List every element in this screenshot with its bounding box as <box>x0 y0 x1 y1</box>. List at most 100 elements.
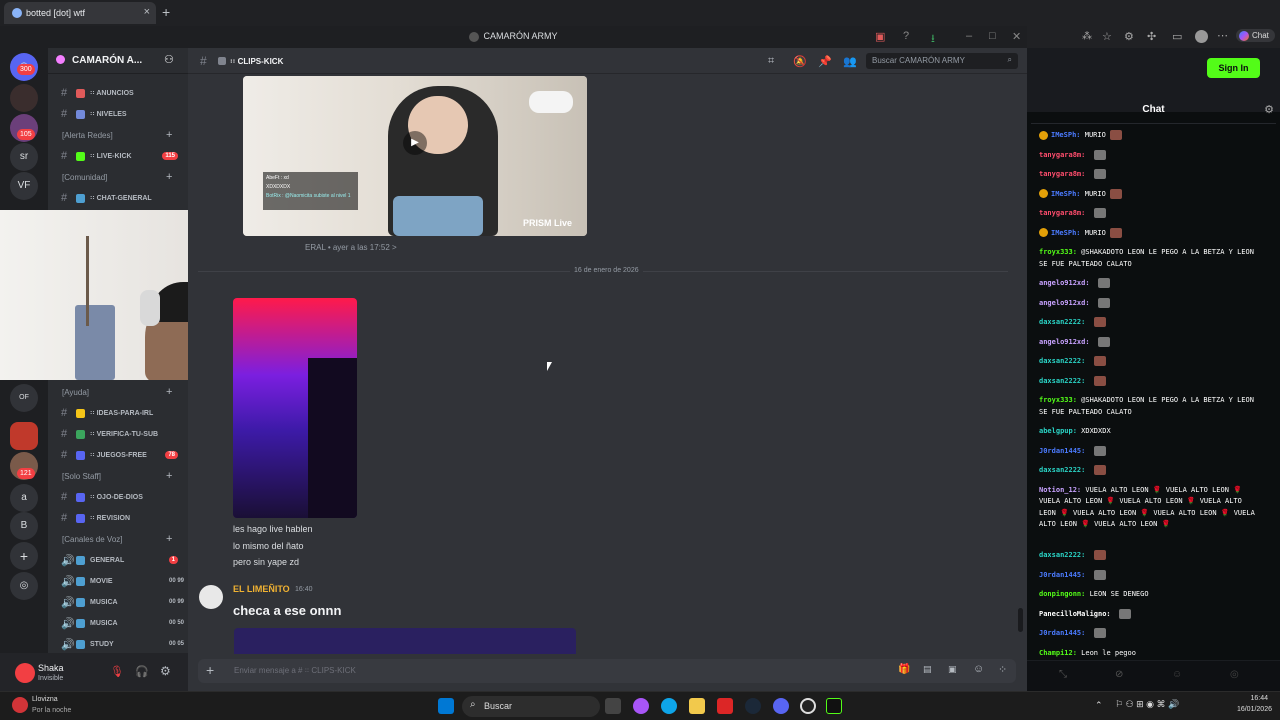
server-icon[interactable] <box>10 422 38 450</box>
channel-item[interactable]: # ꞉꞉ NIVELES <box>58 106 188 124</box>
add-channel-icon[interactable]: + <box>166 533 172 545</box>
chat-username[interactable]: daxsan2222: <box>1039 377 1085 385</box>
channel-item[interactable]: # ꞉꞉ OJO-DE-DIOS <box>58 489 188 507</box>
chat-username[interactable]: froyx333: <box>1039 396 1077 404</box>
chat-username[interactable]: Champi12: <box>1039 649 1077 657</box>
chat-username[interactable]: donpingonn: <box>1039 590 1085 598</box>
attach-plus-icon[interactable]: + <box>206 662 214 678</box>
chat-username[interactable]: J0rdan1445: <box>1039 447 1085 455</box>
channel-category[interactable]: [Alerta Redes] + <box>62 129 172 141</box>
chat-username[interactable]: J0rdan1445: <box>1039 571 1085 579</box>
chat-username[interactable]: daxsan2222: <box>1039 466 1085 474</box>
server-icon[interactable]: B <box>10 512 38 540</box>
play-icon[interactable]: ▶ <box>403 131 427 155</box>
server-icon[interactable]: sr <box>10 143 38 171</box>
file-explorer-icon[interactable] <box>689 698 705 714</box>
profile-avatar-icon[interactable] <box>1195 30 1208 43</box>
mic-muted-icon[interactable]: 🎙 <box>110 665 124 678</box>
channel-category[interactable]: [Canales de Voz] + <box>62 533 172 545</box>
pin-icon[interactable]: 📌 <box>818 55 832 68</box>
start-windows-icon[interactable] <box>438 698 454 714</box>
capcut-icon[interactable] <box>826 698 842 714</box>
minimize-icon[interactable]: – <box>966 30 972 42</box>
block-icon[interactable]: ⊘ <box>1115 669 1123 680</box>
members-icon[interactable]: 👥 <box>843 55 857 68</box>
deafen-icon[interactable]: 🎧 <box>135 665 149 678</box>
channel-item[interactable]: 🔊 MOVIE 00 99 <box>58 573 188 591</box>
server-icon[interactable]: VF <box>10 172 38 200</box>
sign-in-button[interactable]: Sign In <box>1207 58 1260 78</box>
bookmark-star-icon[interactable]: ☆ <box>1102 30 1112 43</box>
channel-item[interactable]: 🔊 MUSICA 00 99 <box>58 594 188 612</box>
chat-settings-icon[interactable]: ⚙ <box>1264 96 1274 124</box>
chat-username[interactable]: PanecilloMaligno: <box>1039 610 1111 618</box>
scrollbar[interactable] <box>1018 608 1023 632</box>
inbox-icon[interactable]: ▣ <box>875 30 885 43</box>
chat-username[interactable]: angelo912xd: <box>1039 299 1090 307</box>
add-channel-icon[interactable]: + <box>166 386 172 398</box>
task-view-icon[interactable] <box>605 698 621 714</box>
clock-date[interactable]: 16/01/2026 <box>1228 706 1272 713</box>
chat-username[interactable]: tanygara8m: <box>1039 170 1085 178</box>
avatar[interactable] <box>199 585 223 609</box>
chat-username[interactable]: IMeSPh: <box>1051 190 1081 198</box>
channel-category[interactable]: [Ayuda] + <box>62 386 172 398</box>
tray-icons[interactable]: ⚐ ⚇ ⊞ ◉ ⌘ 🔊 <box>1115 699 1179 710</box>
menu-dots-icon[interactable]: ⋯ <box>1217 29 1228 42</box>
channel-item[interactable]: # ꞉꞉ LIVE-KICK 115 <box>58 148 188 166</box>
explore-icon[interactable]: ◎ <box>10 572 38 600</box>
embed-preview[interactable] <box>234 628 576 654</box>
server-icon[interactable] <box>10 84 38 112</box>
chat-username[interactable]: froyx333: <box>1039 248 1077 256</box>
search-input[interactable]: Buscar CAMARÓN ARMY ⌕ <box>866 53 1018 69</box>
copilot-app-icon[interactable] <box>633 698 649 714</box>
puzzle-icon[interactable]: ✣ <box>1147 30 1156 43</box>
new-tab-button[interactable]: + <box>162 4 170 20</box>
taskbar-search[interactable]: ⌕ Buscar <box>462 696 600 717</box>
image-attachment[interactable] <box>233 298 357 518</box>
add-channel-icon[interactable]: + <box>166 129 172 141</box>
server-icon[interactable]: OF <box>10 384 38 412</box>
weather-icon[interactable] <box>12 697 28 713</box>
tray-chevron-icon[interactable]: ⌃ <box>1095 700 1103 711</box>
server-icon[interactable]: a <box>10 484 38 512</box>
video-embed[interactable]: ▶ AbeFt : xd XDXDXDX BotRix : @Naomicita… <box>243 76 587 236</box>
settings-gear-icon[interactable]: ⚙ <box>160 664 171 678</box>
channel-item[interactable]: 🔊 STUDY 00 05 <box>58 636 188 653</box>
channel-item[interactable]: # ꞉꞉ IDEAS-PARA-IRL <box>58 405 188 423</box>
chat-username[interactable]: angelo912xd: <box>1039 279 1090 287</box>
clock-time[interactable]: 16:44 <box>1228 695 1268 702</box>
download-icon[interactable]: ⭳ <box>931 30 935 49</box>
channel-item[interactable]: # ꞉꞉ ANUNCIOS <box>58 85 188 103</box>
sticker-icon[interactable]: ▣ <box>948 664 957 675</box>
chat-username[interactable]: daxsan2222: <box>1039 357 1085 365</box>
extension-icon[interactable]: ⚙ <box>1124 30 1134 43</box>
emote-icon[interactable]: ☺ <box>1172 669 1182 680</box>
channel-item[interactable]: 🔊 MUSICA 00 50 <box>58 615 188 633</box>
help-icon[interactable]: ? <box>903 30 909 42</box>
channel-item[interactable]: # ꞉꞉ JUEGOS-FREE 78 <box>58 447 188 465</box>
emoji-icon[interactable]: ☺ <box>973 663 984 675</box>
gift-icon[interactable]: 🎁 <box>898 664 910 675</box>
mute-bell-icon[interactable]: 🔕 <box>793 55 807 68</box>
channel-category[interactable]: [Comunidad] + <box>62 171 172 183</box>
chat-username[interactable]: IMeSPh: <box>1051 229 1081 237</box>
threads-icon[interactable]: ⌗ <box>768 55 774 68</box>
app-icon[interactable] <box>717 698 733 714</box>
message-author[interactable]: EL LIMEÑITO <box>233 584 290 594</box>
chat-username[interactable]: Notion_12: <box>1039 486 1081 494</box>
tab-close-icon[interactable]: × <box>144 6 150 18</box>
copilot-chat-button[interactable]: Chat <box>1236 29 1275 42</box>
chat-username[interactable]: abelgpup: <box>1039 427 1077 435</box>
chat-username[interactable]: daxsan2222: <box>1039 551 1085 559</box>
chat-username[interactable]: daxsan2222: <box>1039 318 1085 326</box>
add-channel-icon[interactable]: + <box>166 171 172 183</box>
add-server-icon[interactable]: + <box>10 542 38 570</box>
avatar[interactable] <box>15 663 35 683</box>
add-channel-icon[interactable]: + <box>166 470 172 482</box>
channel-category[interactable]: [Solo Staff] + <box>62 470 172 482</box>
gif-icon[interactable]: ▤ <box>923 664 932 675</box>
translate-icon[interactable]: ⁂ <box>1082 31 1092 42</box>
channel-item[interactable]: # ꞉꞉ REVISION <box>58 510 188 528</box>
channel-item[interactable]: 🔊 GENERAL 1 <box>58 552 188 570</box>
